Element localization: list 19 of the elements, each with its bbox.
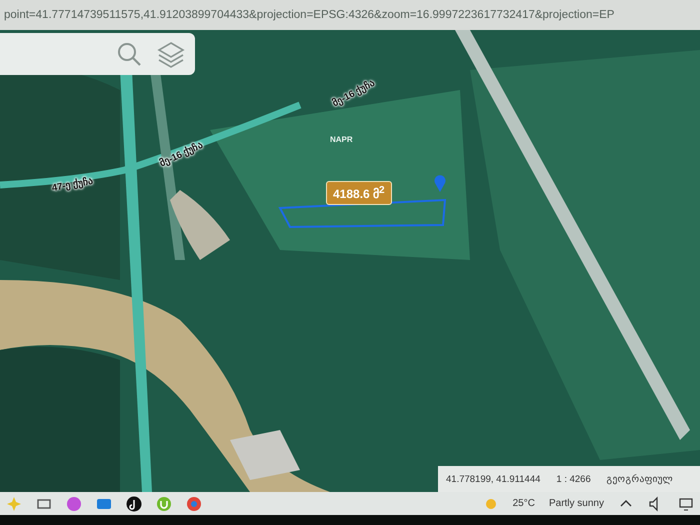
browser-icon[interactable] <box>186 496 202 512</box>
search-icon[interactable] <box>115 40 143 68</box>
temperature-text: 25°C <box>512 498 535 509</box>
place-label: NAPR <box>330 135 353 144</box>
coordinates-text: 41.778199, 41.911444 <box>446 474 540 484</box>
layers-icon[interactable] <box>157 40 185 68</box>
projection-text: გეოგრაფიულ <box>606 473 674 485</box>
weather-text: Partly sunny <box>548 498 604 509</box>
street-label: მე-16 ქუჩა <box>157 138 205 170</box>
street-label: 47-ე ქუჩა <box>50 174 94 194</box>
scale-text: 1 : 4266 <box>556 474 591 484</box>
url-text: point=41.77714739511575,41.91203899704433&projection=EPSG:4326&zoom=16.9997223617732417&projection=EP <box>4 9 614 21</box>
torrent-icon[interactable] <box>156 496 172 512</box>
satellite-map[interactable]: მე-16 ქუჩა მე-16 ქუჩა 47-ე ქუჩა NAPR 4188.6 მ$^{2}$ 41.778199, 41.911444 1 : 4266 გეოგრაფიულ <box>0 30 700 492</box>
monitor-icon[interactable] <box>678 496 694 512</box>
street-label: მე-16 ქუჩა <box>330 76 377 110</box>
address-bar[interactable]: point=41.77714739511575,41.91203899704433&projection=EPSG:4326&zoom=16.9997223617732417&projection=EP <box>0 0 700 30</box>
parcel-area-label: 4188.6 მ$^{2}$ <box>326 181 392 205</box>
music-note-icon[interactable] <box>126 496 142 512</box>
